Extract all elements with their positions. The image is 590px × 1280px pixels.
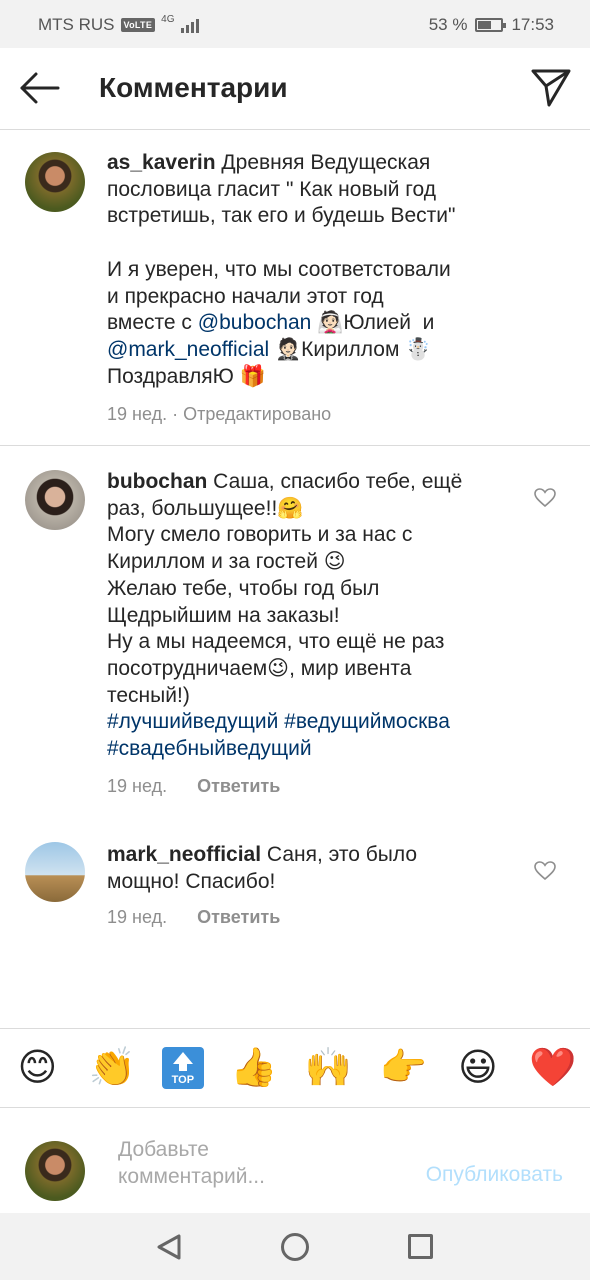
comment-meta: 19 нед. · Отредактировано bbox=[107, 404, 331, 425]
nav-home-icon[interactable] bbox=[281, 1233, 309, 1261]
pointing-right-emoji[interactable]: 👉 bbox=[378, 1049, 428, 1087]
status-bar: MTS RUS VoLTE 4G 53 % 17:53 bbox=[0, 0, 590, 48]
system-nav-bar bbox=[0, 1213, 590, 1280]
comment-text: bubochan Саша, спасибо тебе, ещё раз, бо… bbox=[107, 469, 527, 763]
status-right: 53 % 17:53 bbox=[429, 15, 554, 35]
thumbs-up-emoji[interactable]: 👍 bbox=[229, 1049, 279, 1087]
comment-time: 19 нед. bbox=[107, 404, 168, 424]
top-arrow-emoji[interactable]: TOP bbox=[161, 1047, 204, 1089]
comment-input[interactable]: Добавьте комментарий... bbox=[118, 1136, 378, 1190]
hashtag-link[interactable]: #ведущиймосква bbox=[284, 710, 450, 733]
comment-username[interactable]: bubochan bbox=[107, 470, 207, 493]
carrier-name: MTS RUS bbox=[38, 15, 115, 34]
comment-text: mark_neofficial Саня, это было мощно! Сп… bbox=[107, 842, 527, 895]
app-header: Комментарии bbox=[0, 48, 590, 130]
mention-link[interactable]: @bubochan bbox=[198, 311, 312, 334]
comment-meta: 19 нед. Ответить bbox=[107, 907, 280, 928]
hashtag-link[interactable]: #лучшийведущий bbox=[107, 710, 278, 733]
paper-plane-icon[interactable] bbox=[530, 66, 572, 108]
page-title: Комментарии bbox=[99, 72, 288, 103]
avatar bbox=[25, 1141, 85, 1201]
avatar[interactable] bbox=[25, 842, 85, 902]
red-heart-emoji[interactable]: ❤️ bbox=[528, 1049, 578, 1087]
avatar[interactable] bbox=[25, 152, 85, 212]
nav-back-icon[interactable] bbox=[156, 1233, 182, 1261]
network-type: 4G bbox=[161, 13, 175, 25]
avatar[interactable] bbox=[25, 470, 85, 530]
comment-body: Древняя Ведущеская пословица гласит " Ка… bbox=[107, 151, 456, 335]
publish-button[interactable]: Опубликовать bbox=[426, 1163, 563, 1187]
status-left: MTS RUS VoLTE 4G bbox=[38, 13, 199, 35]
comment-username[interactable]: as_kaverin bbox=[107, 151, 216, 174]
clapping-hands-emoji[interactable]: 👏 bbox=[87, 1049, 137, 1087]
volte-badge: VoLTE bbox=[120, 18, 156, 32]
comment-composer: Добавьте комментарий... Опубликовать bbox=[0, 1108, 590, 1213]
nav-recents-icon[interactable] bbox=[408, 1234, 433, 1259]
comment-body: Саша, спасибо тебе, ещё раз, большущее!!… bbox=[107, 470, 463, 707]
hashtag-link[interactable]: #свадебныйведущий bbox=[107, 737, 312, 760]
comment-body: 👰🏻Юлией и bbox=[317, 311, 435, 335]
smiling-face-emoji[interactable]: 😊 bbox=[12, 1049, 62, 1087]
comment-username[interactable]: mark_neofficial bbox=[107, 843, 261, 866]
comment-time: 19 нед. bbox=[107, 776, 168, 796]
battery-icon bbox=[475, 18, 507, 32]
edited-label: · Отредактировано bbox=[167, 404, 332, 424]
divider bbox=[0, 445, 590, 446]
heart-icon[interactable] bbox=[534, 488, 556, 508]
mention-link[interactable]: @mark_neofficial bbox=[107, 338, 269, 361]
emoji-quick-bar: 😊 👏 TOP 👍 🙌 👉 😃 ❤️ bbox=[0, 1028, 590, 1108]
battery-percent: 53 % bbox=[428, 15, 468, 34]
comment-time: 19 нед. bbox=[107, 907, 168, 927]
arrow-left-icon[interactable] bbox=[18, 68, 62, 108]
raising-hands-emoji[interactable]: 🙌 bbox=[303, 1049, 353, 1087]
comment-meta: 19 нед. Ответить bbox=[107, 776, 280, 797]
clock: 17:53 bbox=[511, 15, 554, 34]
comment-text: as_kaverin Древняя Ведущеская пословица … bbox=[107, 150, 527, 390]
reply-button[interactable]: Ответить bbox=[197, 776, 280, 796]
signal-icon bbox=[180, 17, 199, 33]
heart-icon[interactable] bbox=[534, 861, 556, 881]
reply-button[interactable]: Ответить bbox=[197, 907, 280, 927]
grinning-face-emoji[interactable]: 😃 bbox=[453, 1049, 503, 1087]
